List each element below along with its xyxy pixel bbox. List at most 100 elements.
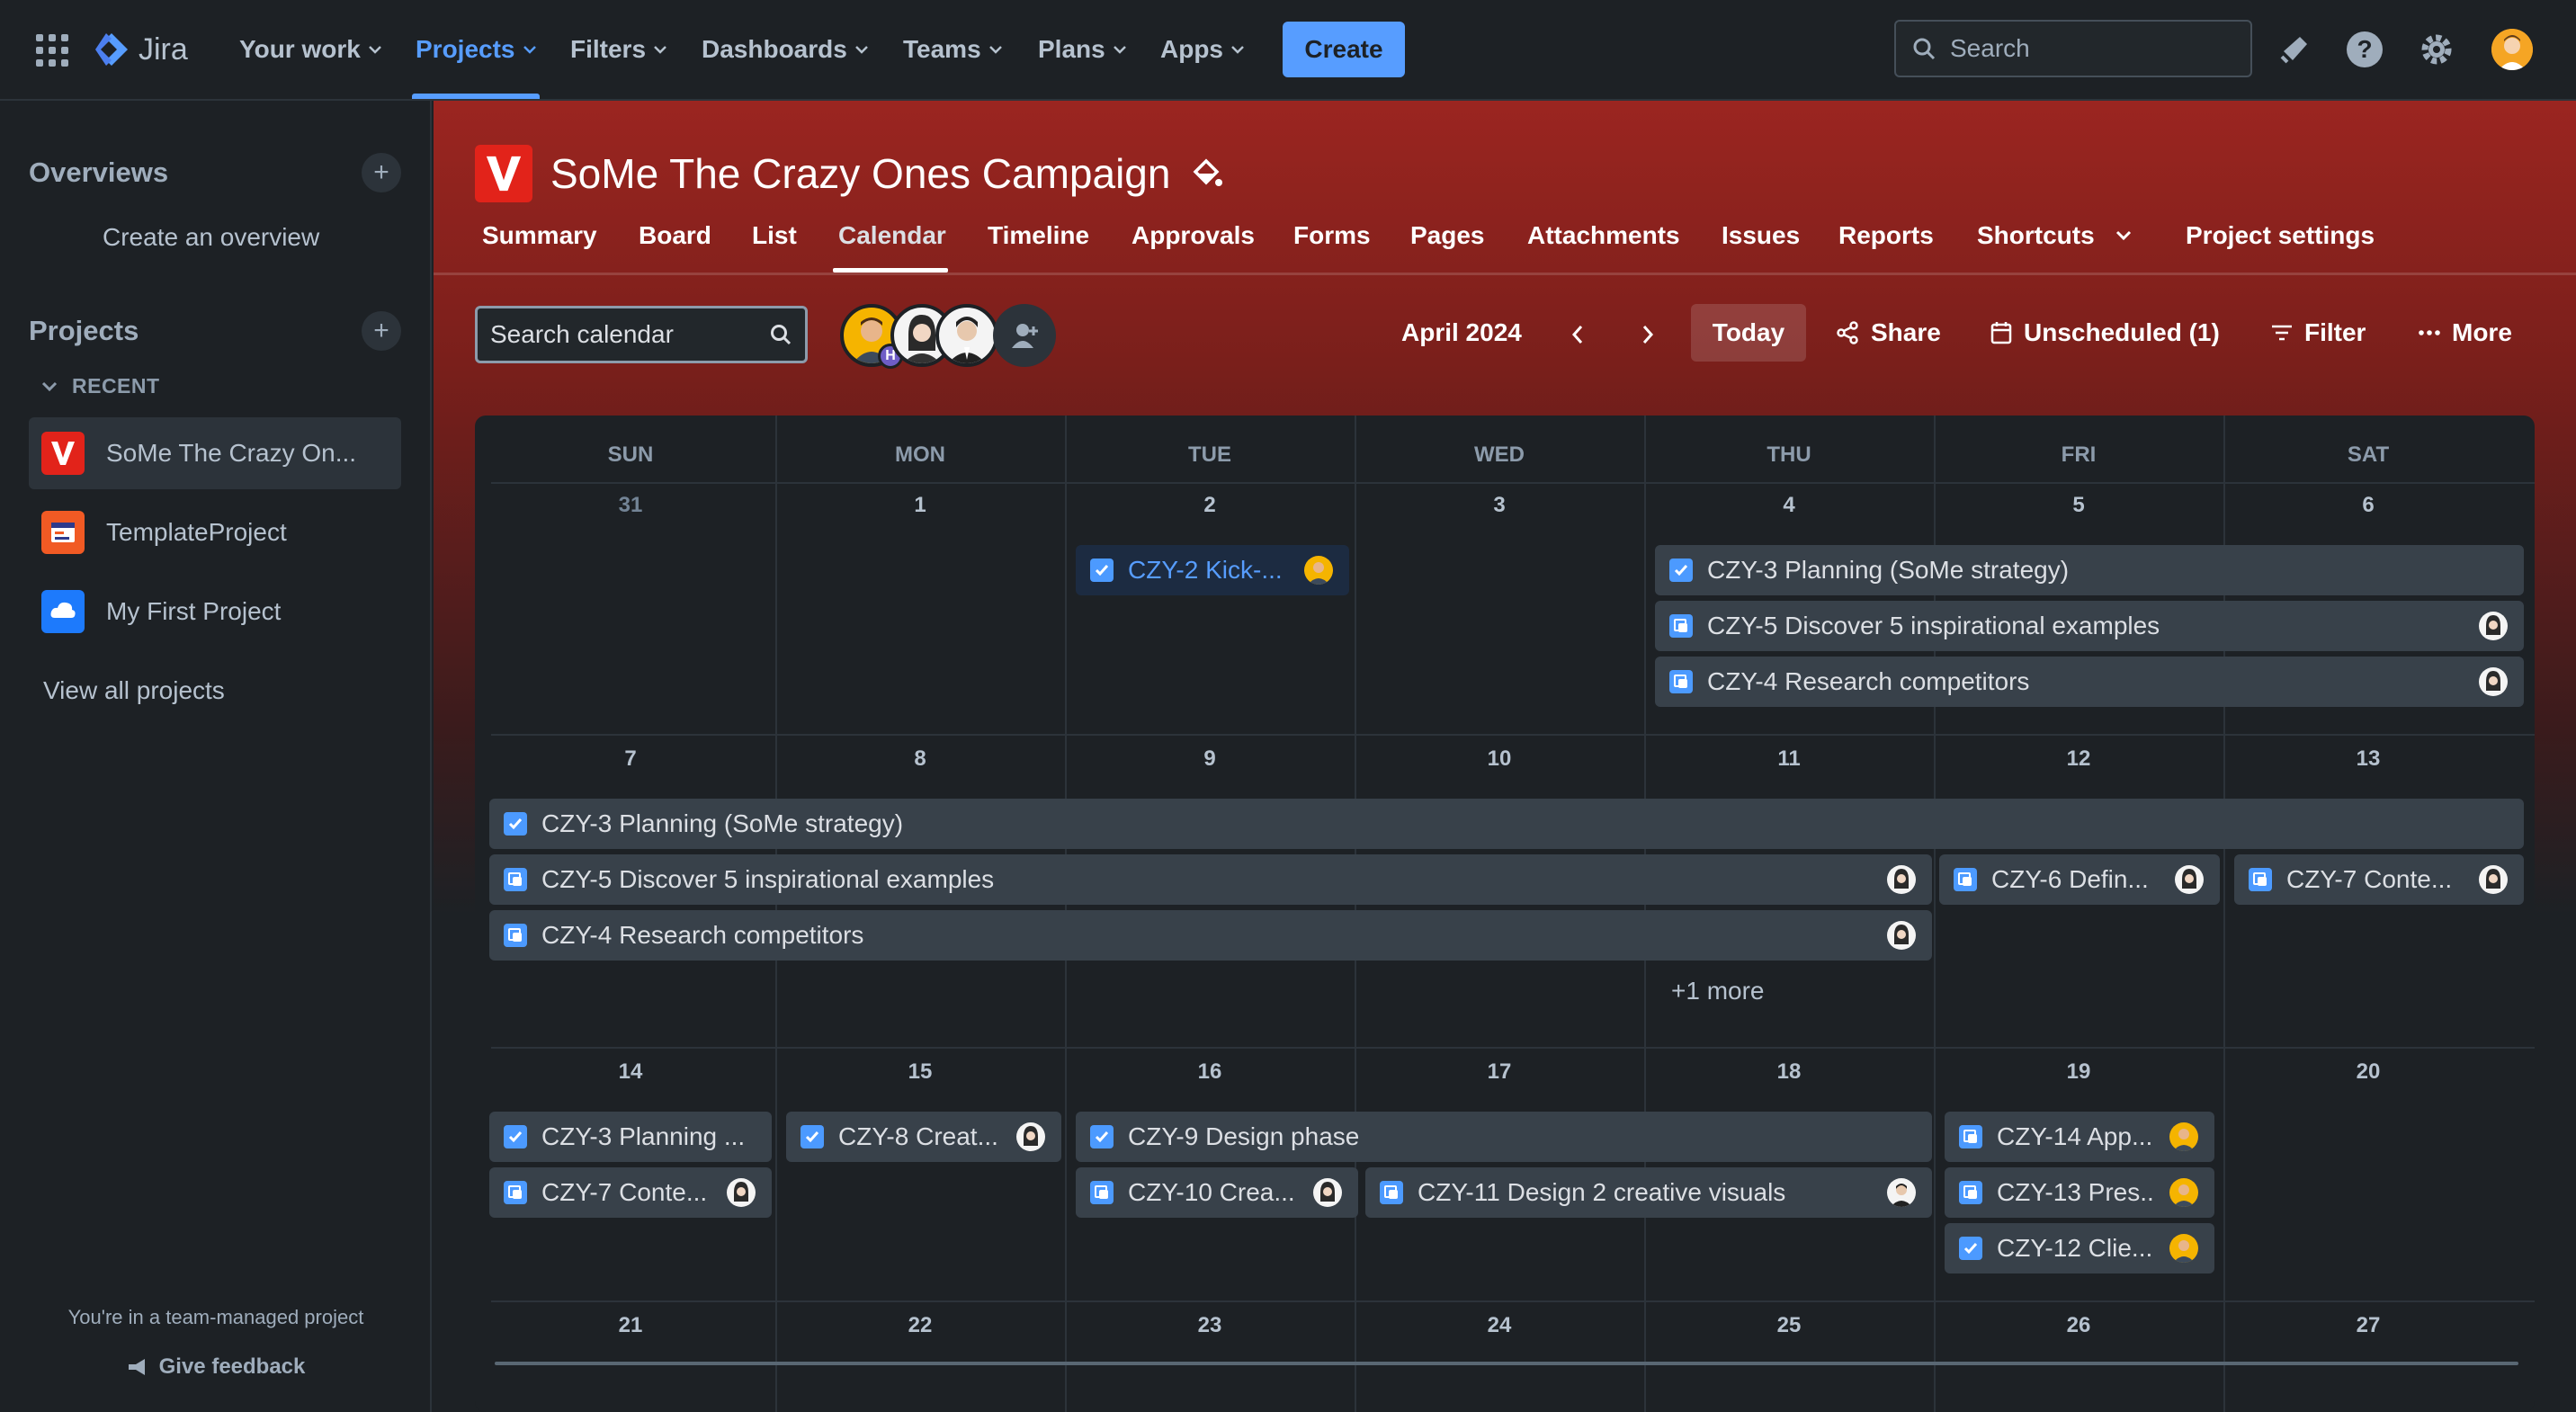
day-number[interactable]: 12	[1934, 746, 2223, 772]
sidebar-project-my-first[interactable]: My First Project	[29, 576, 401, 648]
view-all-projects-link[interactable]: View all projects	[43, 676, 225, 705]
event-card[interactable]: CZY-4 Research competitors	[1655, 657, 2524, 707]
create-button[interactable]: Create	[1283, 22, 1405, 77]
user-avatar[interactable]	[2491, 29, 2533, 70]
tab-board[interactable]: Board	[639, 221, 711, 250]
horizontal-scrollbar[interactable]	[495, 1362, 2518, 1365]
day-number[interactable]: 26	[1934, 1313, 2223, 1338]
add-project-button[interactable]: +	[362, 311, 401, 351]
day-number[interactable]: 11	[1644, 746, 1934, 772]
next-month-button[interactable]	[1628, 315, 1668, 354]
day-number[interactable]: 8	[775, 746, 1065, 772]
avatar[interactable]	[935, 304, 998, 367]
event-card[interactable]: CZY-12 Clie...	[1945, 1223, 2214, 1273]
day-number[interactable]: 31	[486, 493, 775, 518]
event-card[interactable]: CZY-5 Discover 5 inspirational examples	[1655, 601, 2524, 651]
day-number[interactable]: 10	[1355, 746, 1644, 772]
app-switcher-icon[interactable]	[36, 34, 68, 67]
event-card[interactable]: CZY-7 Conte...	[489, 1167, 772, 1218]
day-number[interactable]: 25	[1644, 1313, 1934, 1338]
more-button[interactable]: More	[2418, 304, 2512, 362]
add-people-button[interactable]	[993, 304, 1056, 367]
nav-teams[interactable]: Teams	[903, 27, 1003, 72]
event-card[interactable]: CZY-3 Planning ...	[489, 1112, 772, 1162]
event-card[interactable]: CZY-3 Planning (SoMe strategy)	[489, 799, 2524, 849]
global-search-input[interactable]	[1950, 34, 2220, 63]
event-card[interactable]: CZY-3 Planning (SoMe strategy)	[1655, 545, 2524, 595]
nav-dashboards[interactable]: Dashboards	[702, 27, 869, 72]
day-number[interactable]: 15	[775, 1059, 1065, 1085]
day-number[interactable]: 17	[1355, 1059, 1644, 1085]
day-number[interactable]: 27	[2223, 1313, 2513, 1338]
event-card[interactable]: CZY-6 Defin...	[1939, 854, 2220, 905]
unscheduled-button[interactable]: Unscheduled (1)	[1990, 304, 2220, 362]
calendar-search-input[interactable]	[490, 320, 742, 349]
nav-plans[interactable]: Plans	[1038, 27, 1127, 72]
v-logo-icon	[475, 145, 532, 202]
global-search[interactable]	[1894, 20, 2252, 77]
event-card[interactable]: CZY-10 Crea...	[1076, 1167, 1358, 1218]
day-number[interactable]: 16	[1065, 1059, 1355, 1085]
event-card[interactable]: CZY-4 Research competitors	[489, 910, 1932, 961]
previous-month-button[interactable]	[1558, 315, 1597, 354]
event-card[interactable]: CZY-9 Design phase	[1076, 1112, 1932, 1162]
tab-reports[interactable]: Reports	[1838, 221, 1934, 250]
day-number[interactable]: 23	[1065, 1313, 1355, 1338]
day-number[interactable]: 3	[1355, 493, 1644, 518]
paint-bucket-icon[interactable]	[1188, 156, 1224, 192]
day-number[interactable]: 9	[1065, 746, 1355, 772]
tab-approvals[interactable]: Approvals	[1131, 221, 1255, 250]
day-number[interactable]: 20	[2223, 1059, 2513, 1085]
day-number[interactable]: 6	[2223, 493, 2513, 518]
day-number[interactable]: 14	[486, 1059, 775, 1085]
tab-list[interactable]: List	[752, 221, 797, 250]
day-number[interactable]: 5	[1934, 493, 2223, 518]
day-number[interactable]: 13	[2223, 746, 2513, 772]
nav-your-work-label: Your work	[239, 35, 361, 63]
tab-calendar[interactable]: Calendar	[838, 221, 946, 250]
jira-logo[interactable]: Jira	[94, 27, 188, 72]
help-icon[interactable]: ?	[2342, 27, 2387, 72]
tab-pages[interactable]: Pages	[1410, 221, 1485, 250]
tab-summary[interactable]: Summary	[482, 221, 597, 250]
nav-filters[interactable]: Filters	[570, 27, 667, 72]
nav-projects[interactable]: Projects	[416, 27, 537, 72]
event-card[interactable]: CZY-11 Design 2 creative visuals	[1365, 1167, 1932, 1218]
notifications-icon[interactable]	[2272, 27, 2317, 72]
tab-shortcuts[interactable]: Shortcuts	[1977, 221, 2133, 250]
day-number[interactable]: 4	[1644, 493, 1934, 518]
day-number[interactable]: 1	[775, 493, 1065, 518]
calendar-search[interactable]	[475, 306, 808, 363]
add-overview-button[interactable]: +	[362, 153, 401, 192]
nav-your-work[interactable]: Your work	[239, 27, 382, 72]
nav-apps[interactable]: Apps	[1160, 27, 1245, 72]
sidebar-project-template[interactable]: TemplateProject	[29, 496, 401, 568]
tab-timeline[interactable]: Timeline	[988, 221, 1089, 250]
event-card[interactable]: CZY-2 Kick-...	[1076, 545, 1349, 595]
tab-project-settings[interactable]: Project settings	[2186, 221, 2375, 250]
day-number[interactable]: 2	[1065, 493, 1355, 518]
tab-forms[interactable]: Forms	[1293, 221, 1371, 250]
day-number[interactable]: 22	[775, 1313, 1065, 1338]
event-card[interactable]: CZY-14 App...	[1945, 1112, 2214, 1162]
day-number[interactable]: 19	[1934, 1059, 2223, 1085]
event-card[interactable]: CZY-13 Pres...	[1945, 1167, 2214, 1218]
day-number[interactable]: 18	[1644, 1059, 1934, 1085]
give-feedback-button[interactable]: Give feedback	[0, 1354, 432, 1380]
event-card[interactable]: CZY-5 Discover 5 inspirational examples	[489, 854, 1932, 905]
event-card[interactable]: CZY-7 Conte...	[2234, 854, 2524, 905]
settings-icon[interactable]	[2414, 27, 2459, 72]
share-button[interactable]: Share	[1835, 304, 1941, 362]
day-number[interactable]: 21	[486, 1313, 775, 1338]
event-card[interactable]: CZY-8 Creat...	[786, 1112, 1061, 1162]
filter-button[interactable]: Filter	[2270, 304, 2366, 362]
more-events-link[interactable]: +1 more	[1671, 977, 1765, 1005]
create-overview-link[interactable]: Create an overview	[103, 223, 319, 252]
day-number[interactable]: 7	[486, 746, 775, 772]
today-button[interactable]: Today	[1691, 304, 1806, 362]
day-number[interactable]: 24	[1355, 1313, 1644, 1338]
tab-issues[interactable]: Issues	[1722, 221, 1800, 250]
sidebar-project-crazy-ones[interactable]: SoMe The Crazy On...	[29, 417, 401, 489]
recent-toggle[interactable]: RECENT	[41, 374, 160, 398]
tab-attachments[interactable]: Attachments	[1527, 221, 1680, 250]
